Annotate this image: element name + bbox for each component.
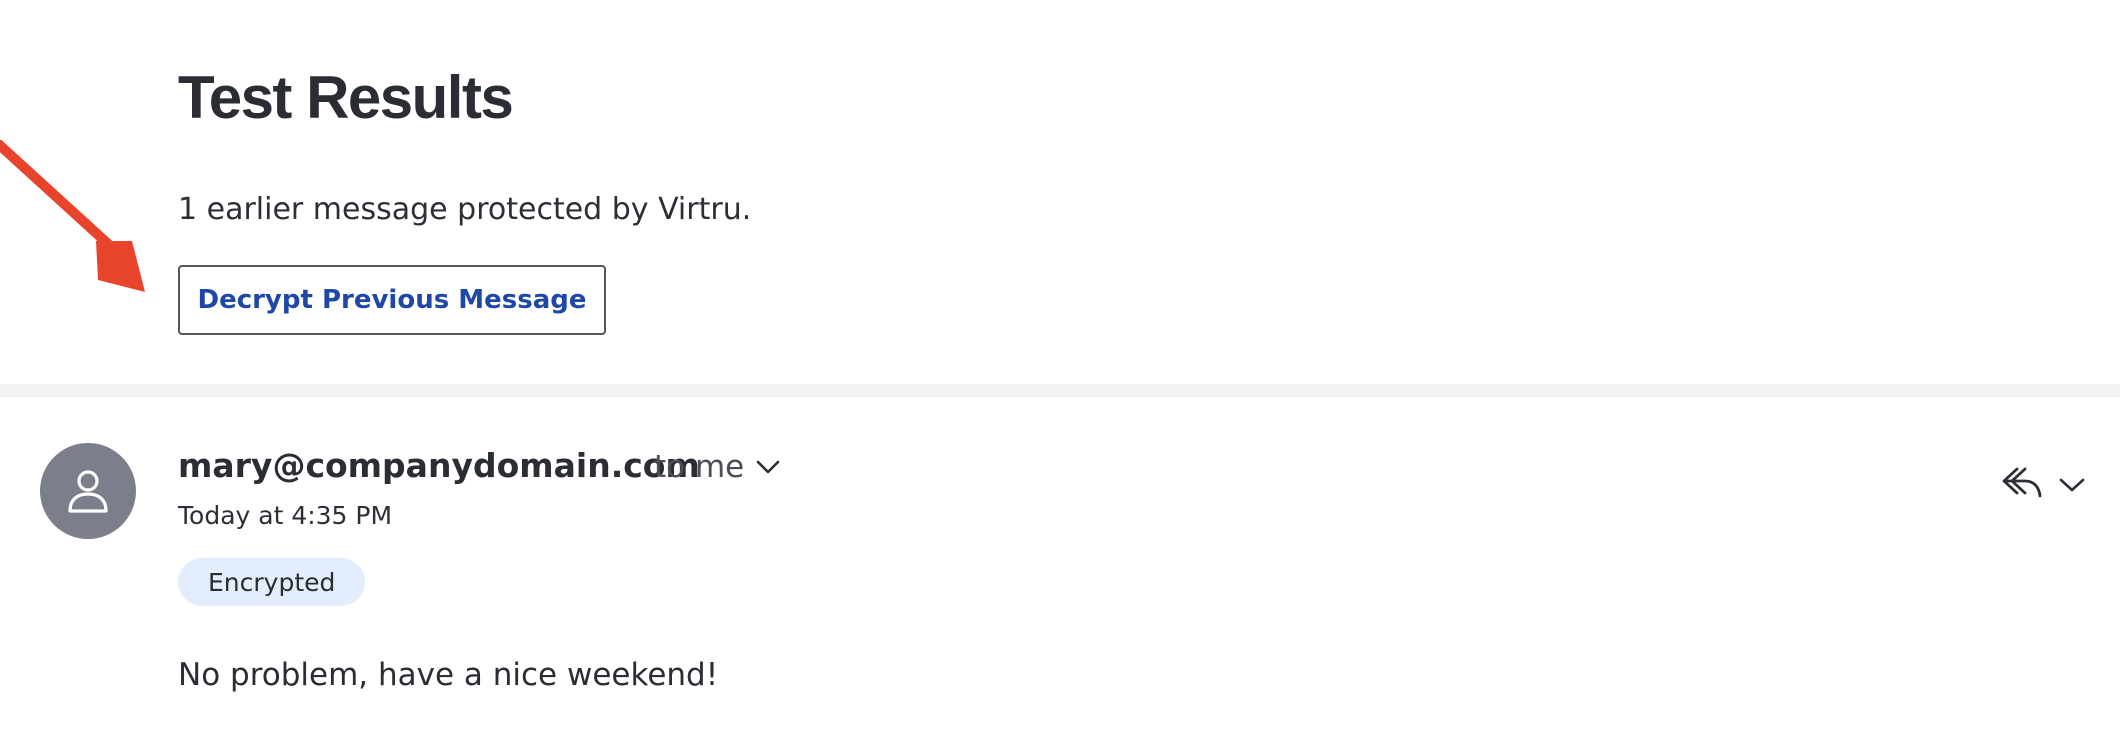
recipient-label: to me [654,449,745,485]
person-icon [68,470,108,513]
chevron-down-icon [2059,478,2085,492]
chevron-down-icon [756,460,780,474]
earlier-message-notice: 1 earlier message protected by Virtru. [178,192,752,227]
email-subject: Test Results [178,64,514,131]
badge-label: Encrypted [208,567,336,597]
encrypted-badge: Encrypted [178,558,366,606]
reply-icon [2002,467,2042,498]
email-view: Test Results 1 earlier message protected… [0,0,2120,748]
avatar [40,443,136,539]
arrow-icon [0,140,145,292]
more-actions-button[interactable] [2056,470,2088,500]
message-body: No problem, have a nice weekend! [178,657,719,693]
recipient-toggle[interactable]: to me [654,450,780,484]
reply-button[interactable] [1998,462,2046,502]
message-divider [0,384,2120,397]
message-timestamp: Today at 4:35 PM [178,501,393,530]
decrypt-previous-message-button[interactable]: Decrypt Previous Message [178,265,606,335]
sender-email: mary@companydomain.com [178,446,700,485]
